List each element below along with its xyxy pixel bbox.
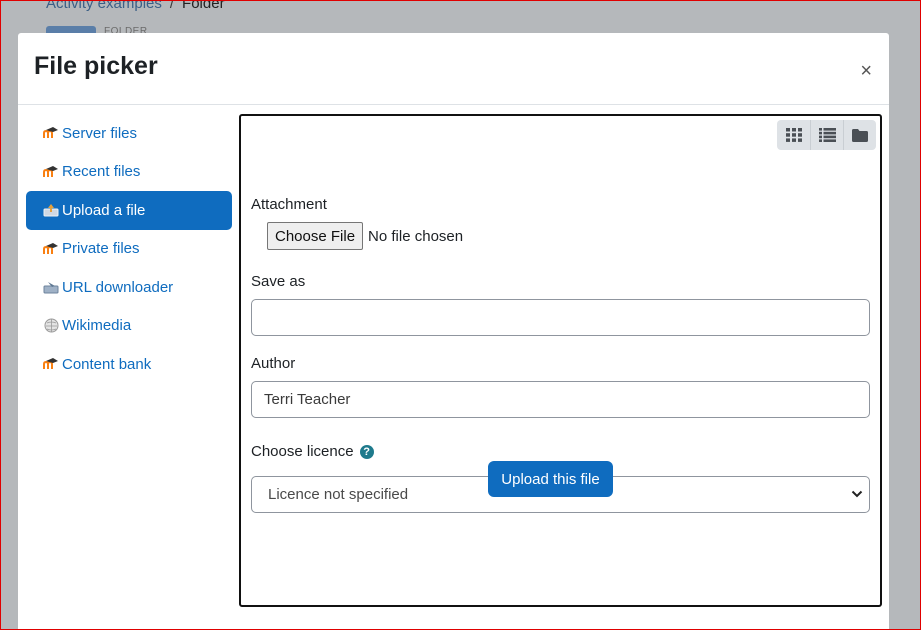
list-view-icon[interactable] [810,120,843,150]
grid-view-icon[interactable] [777,120,810,150]
help-icon[interactable]: ? [359,444,374,459]
author-label: Author [251,355,296,372]
sidebar-item-label: URL downloader [62,278,174,296]
choose-licence-text: Choose licence [251,443,354,460]
file-picker-dialog: File picker × Server files Recent files … [18,33,889,630]
breadcrumb-current: Folder [182,0,225,12]
view-toggle [777,120,876,150]
choose-file-button[interactable]: Choose File [267,222,364,250]
modal-header: File picker × [18,33,889,105]
save-as-input[interactable] [251,299,870,336]
sidebar-item-label: Upload a file [62,201,146,219]
moodle-icon [42,241,60,257]
moodle-icon [42,164,60,180]
modal-title: File picker [34,52,158,80]
upload-icon [42,202,60,218]
sidebar-item-wikimedia[interactable]: Wikimedia [26,307,232,346]
upload-file-button[interactable]: Upload this file [488,461,613,497]
no-file-text: No file chosen [368,227,464,245]
repository-sidebar: Server files Recent files Upload a file … [26,114,232,384]
breadcrumb-separator: / [169,0,175,12]
breadcrumb-parent[interactable]: Activity examples [46,0,162,12]
url-download-icon [42,279,60,295]
save-as-label: Save as [251,273,306,290]
licence-selected: Licence not specified [268,486,409,503]
close-button[interactable]: × [860,60,872,83]
file-input: Choose File No file chosen [267,222,871,250]
sidebar-item-label: Content bank [62,355,152,373]
sidebar-item-server-files[interactable]: Server files [26,114,232,153]
sidebar-item-private-files[interactable]: Private files [26,230,232,269]
author-input[interactable]: Terri Teacher [251,381,870,418]
file-picker-content: Attachment Choose File No file chosen Sa… [239,114,882,607]
sidebar-item-label: Private files [62,240,140,258]
attachment-label: Attachment [251,196,327,213]
choose-licence-label: Choose licence ? [251,443,871,460]
moodle-icon [42,356,60,372]
chevron-down-icon [851,487,863,505]
wikimedia-icon [42,318,60,334]
sidebar-item-label: Recent files [62,163,141,181]
folder-view-icon[interactable] [843,120,876,150]
sidebar-item-url-downloader[interactable]: URL downloader [26,268,232,307]
sidebar-item-content-bank[interactable]: Content bank [26,345,232,384]
sidebar-item-label: Server files [62,124,138,142]
sidebar-item-upload-a-file[interactable]: Upload a file [26,191,232,230]
sidebar-item-label: Wikimedia [62,317,132,335]
moodle-icon [42,125,60,141]
sidebar-item-recent-files[interactable]: Recent files [26,153,232,192]
background-breadcrumb: Activity examples / Folder [46,0,225,12]
